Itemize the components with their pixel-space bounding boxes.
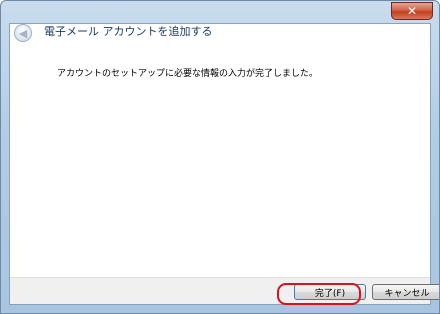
button-bar: 完了(F) キャンセル [10, 277, 439, 304]
title-bar [1, 1, 439, 9]
wizard-title: 電子メール アカウントを追加する [44, 25, 213, 38]
close-icon: ✕ [406, 4, 418, 18]
finish-button[interactable]: 完了(F) [294, 284, 366, 300]
dialog-window: ✕ ◀ 電子メール アカウントを追加する アカウントのセットアップに必要な情報の… [0, 0, 440, 314]
wizard-header: ◀ 電子メール アカウントを追加する [10, 24, 430, 54]
wizard-panel: ◀ 電子メール アカウントを追加する アカウントのセットアップに必要な情報の入力… [9, 23, 439, 305]
arrow-left-icon: ◀ [18, 26, 28, 40]
back-button[interactable]: ◀ [14, 24, 32, 42]
close-button[interactable]: ✕ [391, 2, 433, 20]
completion-message: アカウントのセットアップに必要な情報の入力が完了しました。 [57, 69, 319, 79]
cancel-button[interactable]: キャンセル [372, 284, 439, 300]
